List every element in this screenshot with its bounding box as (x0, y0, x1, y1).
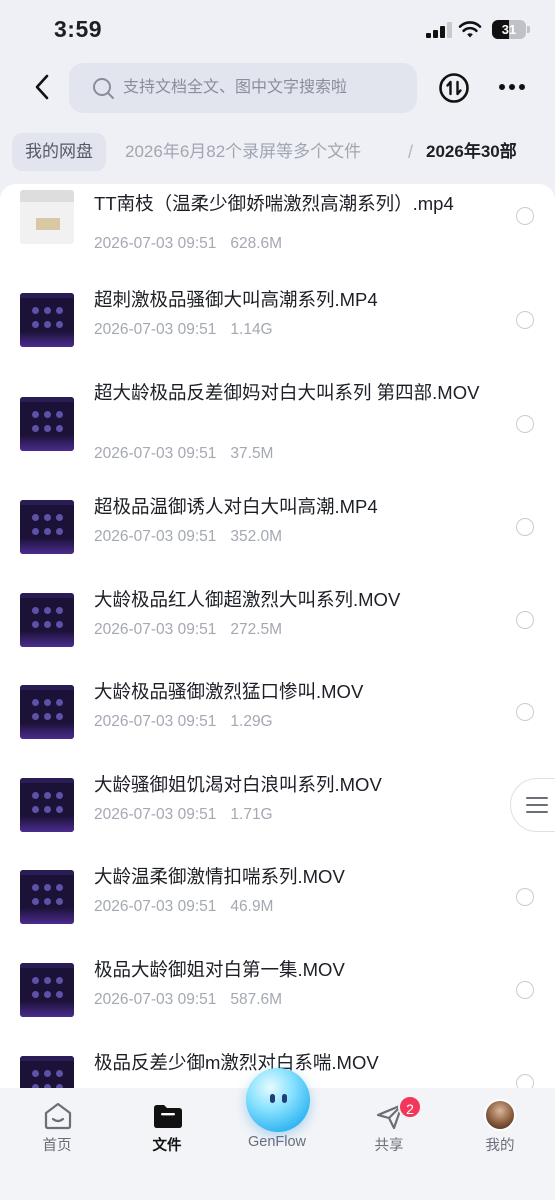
file-name: 大龄骚御姐饥渴对白浪叫系列.MOV (94, 774, 382, 795)
file-size: 1.14G (230, 321, 273, 338)
tab-files[interactable]: 文件 (112, 1088, 222, 1168)
file-list: TT南枝（温柔少御娇喘激烈高潮系列）.mp4 2026-07-03 09:51 62… (0, 184, 555, 1088)
select-checkbox[interactable] (516, 207, 534, 225)
file-name: 大龄极品红人御超激烈大叫系列.MOV (94, 589, 401, 610)
file-thumbnail (20, 685, 74, 739)
file-name: TT南枝（温柔少御娇喘激烈高潮系列）.mp4 (94, 193, 454, 214)
file-meta: 2026-07-03 09:51 37.5M (94, 445, 273, 463)
select-checkbox[interactable] (516, 518, 534, 536)
file-size: 352.0M (230, 528, 283, 545)
search-icon (93, 78, 114, 99)
file-row[interactable]: 超刺激极品骚御大叫高潮系列.MP4 2026-07-03 09:51 1.14G (0, 276, 555, 368)
file-row[interactable]: 大龄骚御姐饥渴对白浪叫系列.MOV 2026-07-03 09:51 1.71G (0, 761, 555, 853)
file-size: 587.6M (230, 991, 283, 1008)
file-meta: 2026-07-03 09:51 352.0M (94, 528, 282, 546)
status-time: 3:59 (54, 16, 103, 42)
file-thumbnail (20, 293, 74, 347)
menu-handle-icon[interactable] (510, 778, 555, 832)
file-date: 2026-07-03 09:51 (94, 528, 217, 545)
file-thumbnail (20, 593, 74, 647)
tab-share[interactable]: 共享 (334, 1088, 444, 1168)
file-size: 628.6M (230, 235, 283, 252)
file-name: 超刺激极品骚御大叫高潮系列.MP4 (94, 289, 378, 310)
file-date: 2026-07-03 09:51 (94, 806, 217, 823)
file-name: 超大龄极品反差御妈对白大叫系列 第四部.MOV (94, 382, 480, 403)
file-name: 极品大龄御姐对白第一集.MOV (94, 959, 345, 980)
file-date: 2026-07-03 09:51 (94, 898, 217, 915)
breadcrumb-root[interactable]: 我的网盘 (12, 133, 106, 171)
genflow-icon[interactable] (246, 1068, 310, 1132)
signal-icon (426, 22, 452, 38)
breadcrumb-separator: / (408, 142, 414, 162)
select-checkbox[interactable] (516, 1074, 534, 1088)
file-meta: 2026-07-03 09:51 46.9M (94, 898, 273, 916)
folder-icon (154, 1105, 182, 1128)
tab-genflow-label: GenFlow (247, 1134, 307, 1150)
search-placeholder: 支持文档全文、图中文字搜索啦 (123, 79, 348, 96)
file-date: 2026-07-03 09:51 (94, 235, 217, 252)
file-size: 46.9M (230, 898, 274, 915)
file-size: 272.5M (230, 621, 283, 638)
file-thumbnail (20, 190, 74, 244)
file-date: 2026-07-03 09:51 (94, 445, 217, 462)
select-checkbox[interactable] (516, 703, 534, 721)
file-name: 超极品温御诱人对白大叫高潮.MP4 (94, 496, 378, 517)
select-checkbox[interactable] (516, 611, 534, 629)
battery-level: 31 (501, 22, 517, 37)
select-checkbox[interactable] (516, 981, 534, 999)
file-row[interactable]: 大龄温柔御激情扣喘系列.MOV 2026-07-03 09:51 46.9M (0, 853, 555, 945)
file-name: 大龄极品骚御激烈猛口惨叫.MOV (94, 681, 364, 702)
file-thumbnail (20, 778, 74, 832)
file-row[interactable]: 超极品温御诱人对白大叫高潮.MP4 2026-07-03 09:51 352.0M (0, 483, 555, 575)
file-row[interactable]: 超大龄极品反差御妈对白大叫系列 第四部.MOV 2026-07-03 09:51 3… (0, 369, 555, 463)
file-date: 2026-07-03 09:51 (94, 713, 217, 730)
sort-button[interactable] (438, 72, 470, 104)
avatar[interactable] (484, 1099, 516, 1131)
file-row[interactable]: 大龄极品红人御超激烈大叫系列.MOV 2026-07-03 09:51 272.5M (0, 576, 555, 668)
status-bar: 3:59 31 (0, 0, 555, 62)
file-size: 1.29G (230, 713, 273, 730)
file-date: 2026-07-03 09:51 (94, 321, 217, 338)
file-thumbnail (20, 500, 74, 554)
file-meta: 2026-07-03 09:51 1.71G (94, 806, 273, 824)
back-button[interactable] (28, 72, 58, 102)
tab-home[interactable]: 首页 (2, 1088, 112, 1168)
breadcrumb-parent[interactable]: 2026年6月82个录屏等多个文件 (125, 133, 361, 171)
file-size: 1.71G (230, 806, 273, 823)
file-meta: 2026-07-03 09:51 1.14G (94, 321, 273, 339)
wifi-icon (458, 21, 482, 38)
more-options-button[interactable] (496, 77, 528, 97)
select-checkbox[interactable] (516, 415, 534, 433)
file-meta: 2026-07-03 09:51 272.5M (94, 621, 282, 639)
file-row[interactable]: 极品大龄御姐对白第一集.MOV 2026-07-03 09:51 587.6M (0, 946, 555, 1038)
file-row[interactable]: 大龄极品骚御激烈猛口惨叫.MOV 2026-07-03 09:51 1.29G (0, 668, 555, 760)
file-date: 2026-07-03 09:51 (94, 991, 217, 1008)
tab-home-label: 首页 (42, 1138, 72, 1154)
tab-profile-label: 我的 (485, 1138, 515, 1154)
breadcrumb-current: 2026年30部 (426, 142, 517, 161)
select-checkbox[interactable] (516, 888, 534, 906)
file-name: 极品反差少御m激烈对白系喘.MOV (94, 1052, 379, 1073)
file-meta: 2026-07-03 09:51 628.6M (94, 235, 282, 253)
notification-badge: 2 (398, 1095, 422, 1119)
file-thumbnail (20, 1056, 74, 1088)
file-size: 37.5M (230, 445, 274, 462)
search-input[interactable]: 支持文档全文、图中文字搜索啦 (69, 63, 417, 113)
select-checkbox[interactable] (516, 311, 534, 329)
file-thumbnail (20, 963, 74, 1017)
file-name: 大龄温柔御激情扣喘系列.MOV (94, 866, 345, 887)
file-meta: 2026-07-03 09:51 587.6M (94, 991, 282, 1009)
tab-share-label: 共享 (374, 1138, 404, 1154)
home-icon (44, 1102, 72, 1130)
file-thumbnail (20, 870, 74, 924)
file-meta: 2026-07-03 09:51 1.29G (94, 713, 273, 731)
battery-icon: 31 (492, 20, 526, 39)
file-date: 2026-07-03 09:51 (94, 621, 217, 638)
file-row[interactable]: TT南枝（温柔少御娇喘激烈高潮系列）.mp4 2026-07-03 09:51 62… (0, 184, 555, 276)
file-thumbnail (20, 397, 74, 451)
tab-files-label: 文件 (152, 1138, 182, 1154)
